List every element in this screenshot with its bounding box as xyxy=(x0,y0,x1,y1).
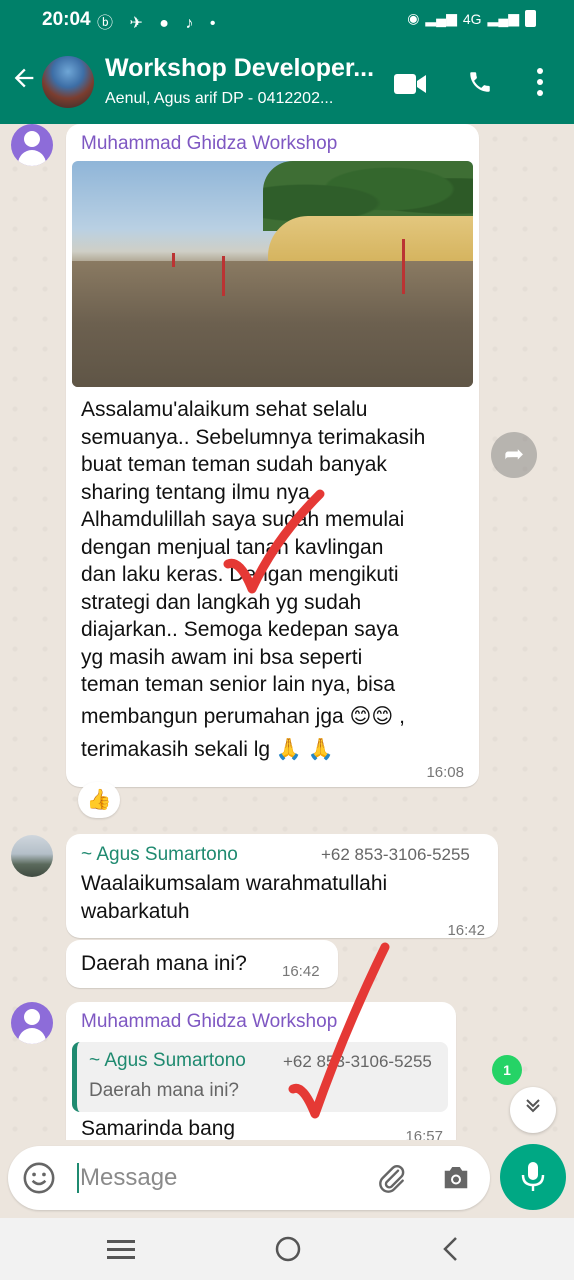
attach-icon[interactable] xyxy=(376,1162,408,1199)
message-line: terimakasih sekali lg 🙏 🙏 xyxy=(81,738,335,761)
photo-stake xyxy=(172,253,175,267)
message-input[interactable] xyxy=(80,1158,360,1198)
message-time: 16:42 xyxy=(282,963,320,980)
quoted-message[interactable]: ~ Agus Sumartono +62 853-3106-5255 Daera… xyxy=(72,1042,448,1112)
mic-button[interactable] xyxy=(500,1144,566,1210)
chat-area[interactable]: Muhammad Ghidza Workshop Assalamu'alaiku… xyxy=(0,124,574,1140)
scroll-down-icon[interactable] xyxy=(510,1087,556,1133)
message-time: 16:42 xyxy=(447,922,485,939)
message-line: Alhamdulillah saya sudah memulai xyxy=(81,508,405,531)
status-time: 20:04 xyxy=(42,9,91,30)
forward-icon[interactable]: ➦ xyxy=(491,432,537,478)
message-photo[interactable] xyxy=(72,161,473,387)
mic-icon xyxy=(521,1162,545,1191)
message-line: membangun perumahan jga 😊😊 , xyxy=(81,704,405,728)
message-line: teman teman senior lain nya, bisa xyxy=(81,673,396,696)
photo-ground xyxy=(72,261,473,387)
more-options-icon[interactable] xyxy=(534,68,546,101)
group-avatar[interactable] xyxy=(42,56,94,108)
message-text: Waalaikumsalam warahmatullahi wabarkatuh xyxy=(81,870,387,925)
sender-phone: +62 853-3106-5255 xyxy=(321,845,470,864)
sender-name[interactable]: ~ Agus Sumartono xyxy=(81,844,238,866)
sender-avatar[interactable] xyxy=(11,835,53,877)
message-bubble[interactable]: Daerah mana ini? 16:42 xyxy=(66,940,338,988)
unread-badge[interactable]: 1 xyxy=(492,1055,522,1085)
message-time: 16:08 xyxy=(426,764,464,781)
message-bubble[interactable]: ~ Agus Sumartono +62 853-3106-5255 Waala… xyxy=(66,834,498,939)
back-nav-icon[interactable] xyxy=(440,1236,462,1267)
message-line: wabarkatuh xyxy=(81,899,190,923)
status-bar: 20:04 ⓑ ✈ ● ♪ • ◉ ▂▄▆ 4G ▂▄▆ xyxy=(0,0,574,40)
text-cursor xyxy=(77,1163,79,1193)
message-line: dan laku keras. Dengan mengikuti xyxy=(81,563,399,586)
message-line: Assalamu'alaikum sehat selalu xyxy=(81,398,368,421)
message-line: semuanya.. Sebelumnya terimakasih xyxy=(81,425,426,449)
quote-phone: +62 853-3106-5255 xyxy=(283,1052,432,1071)
message-line: Waalaikumsalam warahmatullahi xyxy=(81,872,388,895)
quote-text: Daerah mana ini? xyxy=(89,1080,239,1101)
photo-stake xyxy=(222,256,225,296)
message-text: Daerah mana ini? xyxy=(81,952,247,975)
photo-cliff xyxy=(268,216,473,266)
sender-avatar[interactable] xyxy=(11,124,53,166)
sender-avatar[interactable] xyxy=(11,1002,53,1044)
message-bubble[interactable]: Muhammad Ghidza Workshop Assalamu'alaiku… xyxy=(66,124,479,787)
group-subtitle[interactable]: Aenul, Agus arif DP - 0412202... xyxy=(105,90,375,108)
message-line: dengan menjual tanah kavlingan xyxy=(81,535,384,559)
network-type: 4G xyxy=(462,10,482,27)
signal-icon-2: ▂▄▆ xyxy=(487,10,519,26)
hotspot-icon: ◉ xyxy=(407,10,420,26)
message-line: strategi dan langkah yg sudah xyxy=(81,590,362,614)
quote-sender: ~ Agus Sumartono xyxy=(89,1050,246,1071)
recent-apps-icon[interactable] xyxy=(107,1238,135,1265)
back-arrow-icon[interactable] xyxy=(10,64,38,100)
reaction-badge[interactable]: 👍 xyxy=(78,782,120,818)
voice-call-icon[interactable] xyxy=(467,69,493,100)
message-line: diajarkan.. Semoga kedepan saya xyxy=(81,618,399,641)
message-line: sharing tentang ilmu nya.. xyxy=(81,480,322,504)
emoji-icon[interactable] xyxy=(22,1161,56,1200)
photo-stake xyxy=(402,239,405,294)
sender-name[interactable]: Muhammad Ghidza Workshop xyxy=(81,1011,337,1033)
signal-icon: ▂▄▆ xyxy=(425,10,457,26)
home-icon[interactable] xyxy=(274,1235,302,1268)
battery-icon xyxy=(525,10,536,27)
notification-icons: ⓑ ✈ ● ♪ • xyxy=(97,15,222,32)
chat-header: Workshop Developer... Aenul, Agus arif D… xyxy=(0,40,574,124)
system-nav-bar xyxy=(0,1218,574,1280)
message-bubble[interactable]: Muhammad Ghidza Workshop ~ Agus Sumarton… xyxy=(66,1002,456,1140)
message-line: yg masih awam ini bsa seperti xyxy=(81,645,363,669)
group-title[interactable]: Workshop Developer... xyxy=(105,54,375,83)
message-time: 16:57 xyxy=(405,1128,443,1140)
message-text: Assalamu'alaikum sehat selalu semuanya..… xyxy=(81,396,476,764)
video-call-icon[interactable] xyxy=(394,73,426,100)
sender-name[interactable]: Muhammad Ghidza Workshop xyxy=(81,133,337,155)
message-text: Samarinda bang xyxy=(81,1117,236,1140)
message-input-bar xyxy=(8,1146,490,1210)
message-line: buat teman teman sudah banyak xyxy=(81,453,387,476)
camera-icon[interactable] xyxy=(441,1163,471,1196)
system-icons: ◉ ▂▄▆ 4G ▂▄▆ xyxy=(407,10,536,27)
